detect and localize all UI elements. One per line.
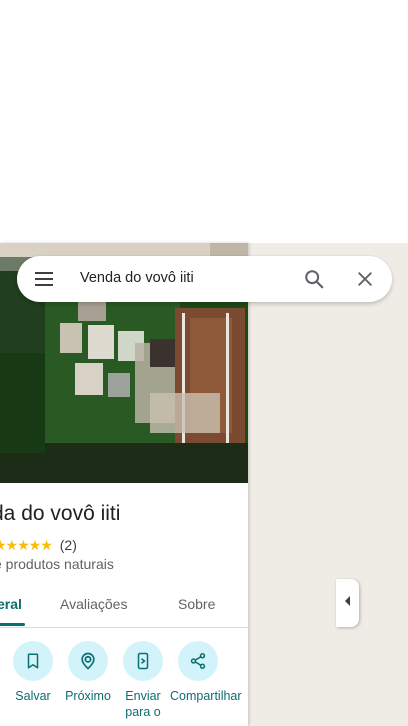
menu-icon[interactable] [31, 267, 57, 291]
search-input[interactable]: Venda do vovô iiti [80, 270, 194, 286]
search-icon[interactable] [303, 268, 325, 290]
nearby-icon [68, 641, 108, 681]
save-button[interactable]: Salvar [5, 641, 61, 704]
rating-row[interactable]: ★★★★★ (2) [0, 536, 77, 554]
bookmark-icon [13, 641, 53, 681]
close-icon[interactable] [355, 269, 375, 289]
save-label: Salvar [15, 689, 51, 703]
share-icon [178, 641, 218, 681]
send-to-phone-icon [123, 641, 163, 681]
action-buttons: Salvar Próximo Enviar para o Compartilha… [0, 641, 248, 726]
place-panel: da do vovô iiti ★★★★★ (2) e produtos nat… [0, 243, 248, 726]
tab-bar: eral Avaliações Sobre [0, 585, 248, 628]
nearby-label: Próximo [65, 689, 111, 703]
search-box[interactable]: Venda do vovô iiti [17, 256, 392, 302]
place-category[interactable]: e produtos naturais [0, 556, 114, 572]
map-canvas[interactable] [248, 243, 408, 726]
reviews-count[interactable]: (2) [60, 537, 77, 553]
collapse-panel-button[interactable] [336, 579, 359, 627]
active-tab-indicator [0, 623, 25, 626]
send-to-phone-button[interactable]: Enviar para o [115, 641, 171, 720]
share-button[interactable]: Compartilhar [170, 641, 242, 704]
share-label: Compartilhar [170, 689, 242, 703]
send-to-phone-label: Enviar para o [125, 689, 161, 719]
place-title: da do vovô iiti [0, 502, 121, 525]
star-rating: ★★★★★ [0, 536, 53, 553]
nearby-button[interactable]: Próximo [60, 641, 116, 704]
tab-overview[interactable]: eral [0, 585, 22, 627]
chevron-left-icon [344, 594, 352, 612]
tab-reviews[interactable]: Avaliações [60, 585, 127, 627]
tab-about[interactable]: Sobre [178, 585, 215, 627]
